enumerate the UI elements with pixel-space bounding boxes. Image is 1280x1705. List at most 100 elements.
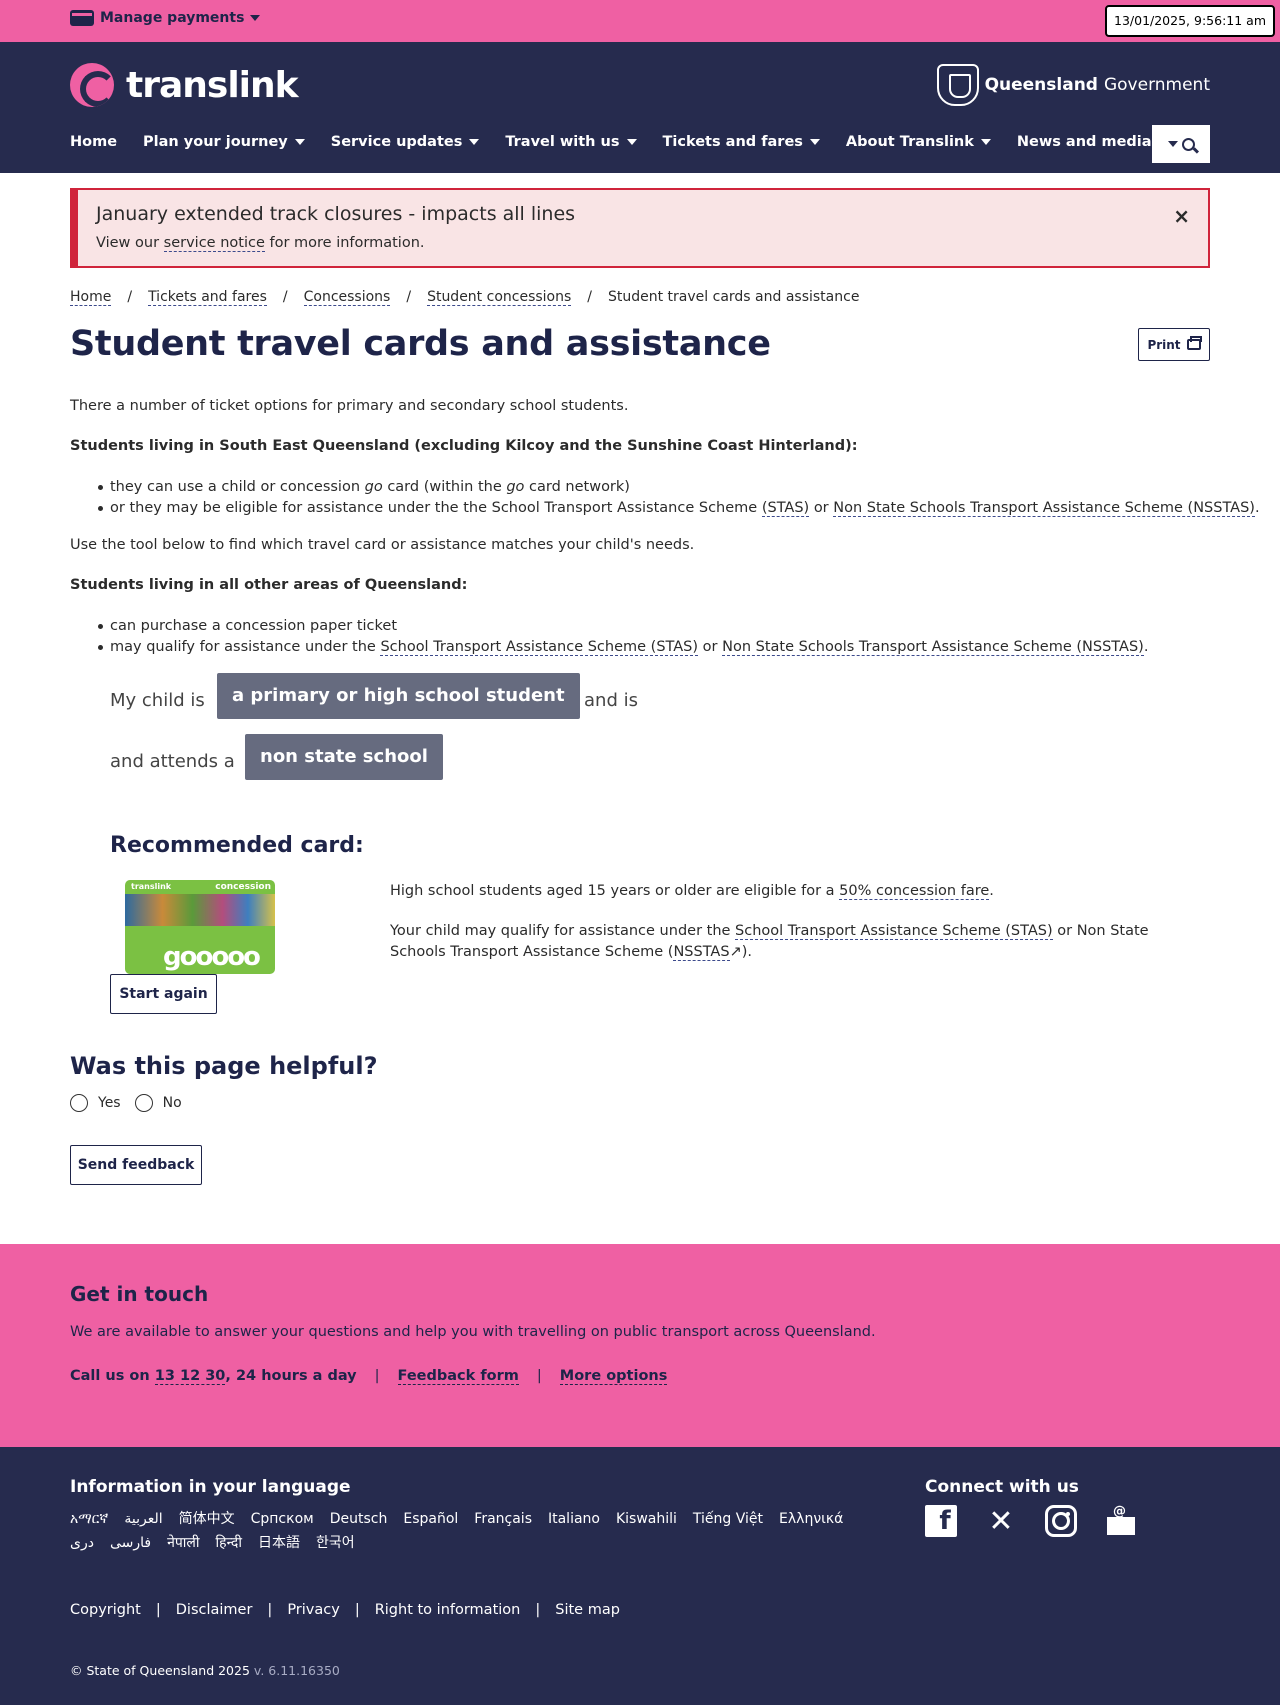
lang-link[interactable]: العربية: [124, 1509, 162, 1529]
lang-link[interactable]: Italiano: [548, 1509, 600, 1529]
lang-link[interactable]: 简体中文: [179, 1509, 235, 1529]
get-in-touch-desc: We are available to answer your question…: [70, 1324, 876, 1340]
copyright-link[interactable]: Copyright: [70, 1602, 141, 1618]
lang-link[interactable]: Kiswahili: [616, 1509, 677, 1529]
logo-text: translink: [126, 64, 299, 106]
intro-text: There a number of ticket options for pri…: [70, 398, 629, 414]
start-again-button[interactable]: Start again: [110, 974, 217, 1014]
go-card-concession-image: translink concession gooooo: [125, 880, 275, 974]
alert-body-suffix: for more information.: [269, 235, 425, 251]
site-footer: Information in your language አማርኛ العربي…: [0, 1447, 1280, 1705]
feedback-form-link[interactable]: Feedback form: [397, 1368, 519, 1385]
card-go-logo: gooooo: [163, 942, 261, 972]
lang-link[interactable]: Српском: [251, 1509, 314, 1529]
nsstas-link[interactable]: Non State Schools Transport Assistance S…: [722, 639, 1144, 656]
stas-link[interactable]: School Transport Assistance Scheme (STAS…: [735, 923, 1053, 940]
send-feedback-button[interactable]: Send feedback: [70, 1145, 202, 1185]
lang-link[interactable]: አማርኛ: [70, 1509, 108, 1529]
seq-heading: Students living in South East Queensland…: [70, 438, 858, 454]
queensland-government-logo[interactable]: Queensland Government: [936, 64, 1210, 106]
lang-link[interactable]: 日本語: [258, 1533, 300, 1553]
and-is-label: and is: [584, 690, 638, 711]
top-bar: Manage payments 13/01/2025, 9:56:11 am: [0, 0, 1280, 42]
lang-link[interactable]: नेपाली: [167, 1533, 199, 1553]
school-type-selector[interactable]: non state school: [245, 734, 443, 780]
nav-about-translink[interactable]: About Translink: [846, 134, 991, 150]
seq-list: they can use a child or concession go ca…: [98, 477, 1260, 519]
separator: |: [535, 1602, 541, 1618]
search-button[interactable]: [1152, 125, 1210, 163]
lang-link[interactable]: دری: [70, 1533, 94, 1553]
instagram-icon[interactable]: [1045, 1505, 1077, 1537]
alert-body-prefix: View our: [96, 235, 160, 251]
stas-link[interactable]: School Transport Assistance Scheme (STAS…: [380, 639, 699, 656]
translink-logo-icon: [70, 63, 114, 107]
close-icon[interactable]: ×: [1173, 204, 1190, 228]
separator: |: [354, 1602, 360, 1618]
breadcrumb-separator: /: [127, 289, 133, 305]
nav-news-label: News and media: [1016, 134, 1152, 150]
stas-link[interactable]: (STAS): [761, 500, 810, 517]
breadcrumb-tickets-and-fares[interactable]: Tickets and fares: [148, 289, 267, 306]
nav-plan-your-journey[interactable]: Plan your journey: [143, 134, 305, 150]
or-text: or: [702, 639, 718, 655]
translink-logo[interactable]: translink: [70, 63, 299, 107]
nav-travel-with-us[interactable]: Travel with us: [505, 134, 637, 150]
print-button[interactable]: Print: [1138, 328, 1210, 361]
nav-service-updates[interactable]: Service updates: [331, 134, 480, 150]
lang-link[interactable]: हिन्दी: [216, 1533, 242, 1553]
right-to-information-link[interactable]: Right to information: [375, 1602, 521, 1618]
phone-link[interactable]: 13 12 30: [154, 1368, 226, 1385]
lang-link[interactable]: Ελληνικά: [779, 1509, 843, 1529]
language-title: Information in your language: [70, 1477, 351, 1497]
nav-home[interactable]: Home: [70, 134, 117, 150]
attends-label: and attends a: [110, 751, 235, 772]
lang-link[interactable]: فارسی: [110, 1533, 151, 1553]
site-header: translink Queensland Government Home Pla…: [0, 42, 1280, 173]
nav-plan-label: Plan your journey: [143, 134, 288, 150]
other-bullet2-text: may qualify for assistance under the: [110, 639, 376, 655]
yes-radio[interactable]: [70, 1094, 88, 1112]
nsstas-link[interactable]: Non State Schools Transport Assistance S…: [833, 500, 1255, 517]
lang-link[interactable]: Français: [474, 1509, 532, 1529]
disclaimer-link[interactable]: Disclaimer: [176, 1602, 253, 1618]
site-map-link[interactable]: Site map: [555, 1602, 620, 1618]
breadcrumb-separator: /: [406, 289, 412, 305]
lang-link[interactable]: Deutsch: [330, 1509, 388, 1529]
go-italic: go: [364, 479, 383, 495]
breadcrumb-separator: /: [282, 289, 288, 305]
service-alert: January extended track closures - impact…: [70, 188, 1210, 268]
nav-news-and-media[interactable]: News and media: [1017, 134, 1169, 150]
nsstas-external-link[interactable]: NSSTAS: [673, 944, 730, 961]
breadcrumb-concessions[interactable]: Concessions: [303, 289, 391, 306]
lang-link[interactable]: Español: [403, 1509, 458, 1529]
helpful-options: Yes No: [70, 1094, 196, 1112]
service-notice-link[interactable]: service notice: [163, 235, 265, 252]
no-label: No: [162, 1095, 182, 1111]
more-options-link[interactable]: More options: [559, 1368, 668, 1385]
x-twitter-icon[interactable]: ✕: [985, 1504, 1017, 1539]
nav-tickets-and-fares[interactable]: Tickets and fares: [663, 134, 820, 150]
footer-links: Copyright | Disclaimer | Privacy | Right…: [70, 1602, 620, 1618]
chevron-down-icon: [980, 139, 991, 145]
no-radio[interactable]: [134, 1094, 153, 1112]
breadcrumb-student-concessions[interactable]: Student concessions: [427, 289, 572, 306]
copyright-line: © State of Queensland 2025 v. 6.11.16350: [70, 1663, 340, 1678]
tool-note: Use the tool below to find which travel …: [70, 537, 695, 553]
manage-payments-menu[interactable]: Manage payments: [70, 10, 261, 26]
email-icon[interactable]: [1105, 1504, 1137, 1537]
lang-link[interactable]: 한국어: [316, 1533, 355, 1553]
seq-bullet1-text-c: card network): [529, 479, 630, 495]
facebook-icon[interactable]: f: [925, 1505, 957, 1537]
rec-text1: High school students aged 15 years or ol…: [390, 883, 835, 899]
card-photo-strip: [125, 894, 275, 926]
breadcrumb-separator: /: [587, 289, 592, 305]
copyright-text: © State of Queensland 2025: [70, 1663, 250, 1678]
student-type-selector[interactable]: a primary or high school student: [217, 673, 580, 719]
chevron-down-icon: [1167, 141, 1178, 147]
breadcrumb-home[interactable]: Home: [70, 289, 112, 306]
concession-fare-link[interactable]: 50% concession fare: [839, 883, 990, 900]
search-icon: [1181, 137, 1195, 151]
lang-link[interactable]: Tiếng Việt: [693, 1509, 763, 1529]
privacy-link[interactable]: Privacy: [287, 1602, 340, 1618]
